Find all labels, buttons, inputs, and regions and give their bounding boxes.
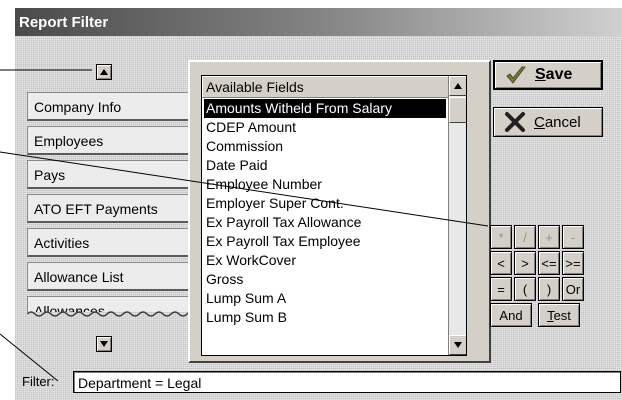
tab-label: Pays [34,167,66,183]
tab-company-info[interactable]: Company Info [27,92,201,121]
op-minus-button[interactable]: - [562,225,584,249]
list-item[interactable]: Date Paid [204,156,446,175]
save-label: Save [535,66,573,83]
test-button[interactable]: Test [538,303,580,327]
op-plus-button[interactable]: + [538,225,560,249]
title-bar: Report Filter [15,8,622,36]
list-header: Available Fields [202,76,466,98]
available-fields-list[interactable]: Available Fields Amounts Witheld From Sa… [201,75,467,356]
tab-employees[interactable]: Employees [27,126,201,155]
tab-label: Company Info [34,99,122,115]
x-icon [505,112,525,132]
triangle-up-icon [100,69,108,75]
list-item[interactable]: Ex Payroll Tax Employee [204,232,446,251]
op-divide-button[interactable]: / [514,225,536,249]
tab-ato-eft-payments[interactable]: ATO EFT Payments [27,194,201,223]
tab-activities[interactable]: Activities [27,228,201,257]
torn-edge [27,311,203,317]
scroll-thumb[interactable] [449,97,466,123]
tab-allowance-list[interactable]: Allowance List [27,262,201,291]
list-item[interactable]: Lump Sum A [204,289,446,308]
tab-label: Allowance List [34,269,124,285]
scroll-down-button[interactable] [449,335,466,355]
list-item[interactable]: Employee Number [204,175,446,194]
op-multiply-button[interactable]: * [490,225,512,249]
triangle-up-icon [454,83,462,89]
list-item[interactable]: Ex Payroll Tax Allowance [204,213,446,232]
op-close-paren-button[interactable]: ) [538,277,560,301]
test-label: Test [547,307,571,323]
op-open-paren-button[interactable]: ( [514,277,536,301]
tabs-scroll-up-button[interactable] [96,64,112,80]
list-item[interactable]: Amounts Witheld From Salary [204,99,446,118]
list-item[interactable]: Gross [204,270,446,289]
op-greater-equal-button[interactable]: >= [562,251,584,275]
list-item[interactable]: Lump Sum B [204,308,446,327]
op-and-button[interactable]: And [490,303,532,327]
scroll-up-button[interactable] [449,76,466,96]
tabs-scroll-down-button[interactable] [96,336,112,352]
window-title: Report Filter [19,14,109,31]
filter-expression-field[interactable]: Department = Legal [73,371,621,393]
triangle-down-icon [454,342,462,348]
cancel-label: Cancel [534,113,581,131]
list-item[interactable]: Commission [204,137,446,156]
list-item[interactable]: CDEP Amount [204,118,446,137]
save-button[interactable]: Save [493,60,603,90]
list-item[interactable]: Employer Super Cont. [204,194,446,213]
filter-label: Filter: [22,374,55,389]
op-equals-button[interactable]: = [490,277,512,301]
op-less-equal-button[interactable]: <= [538,251,560,275]
op-greater-than-button[interactable]: > [514,251,536,275]
triangle-down-icon [100,341,108,347]
fields-panel: Available Fields Amounts Witheld From Sa… [188,60,491,363]
list-item[interactable]: Ex WorkCover [204,251,446,270]
report-filter-window: Report Filter Company Info Employees Pay… [15,8,622,400]
check-icon [506,66,526,84]
op-less-than-button[interactable]: < [490,251,512,275]
list-scrollbar[interactable] [448,76,466,355]
cancel-button[interactable]: Cancel [493,107,603,137]
op-or-button[interactable]: Or [562,277,584,301]
tab-label: Employees [34,133,104,149]
tab-pays[interactable]: Pays [27,160,201,189]
tab-label: Activities [34,235,90,251]
tab-label: ATO EFT Payments [34,201,158,217]
